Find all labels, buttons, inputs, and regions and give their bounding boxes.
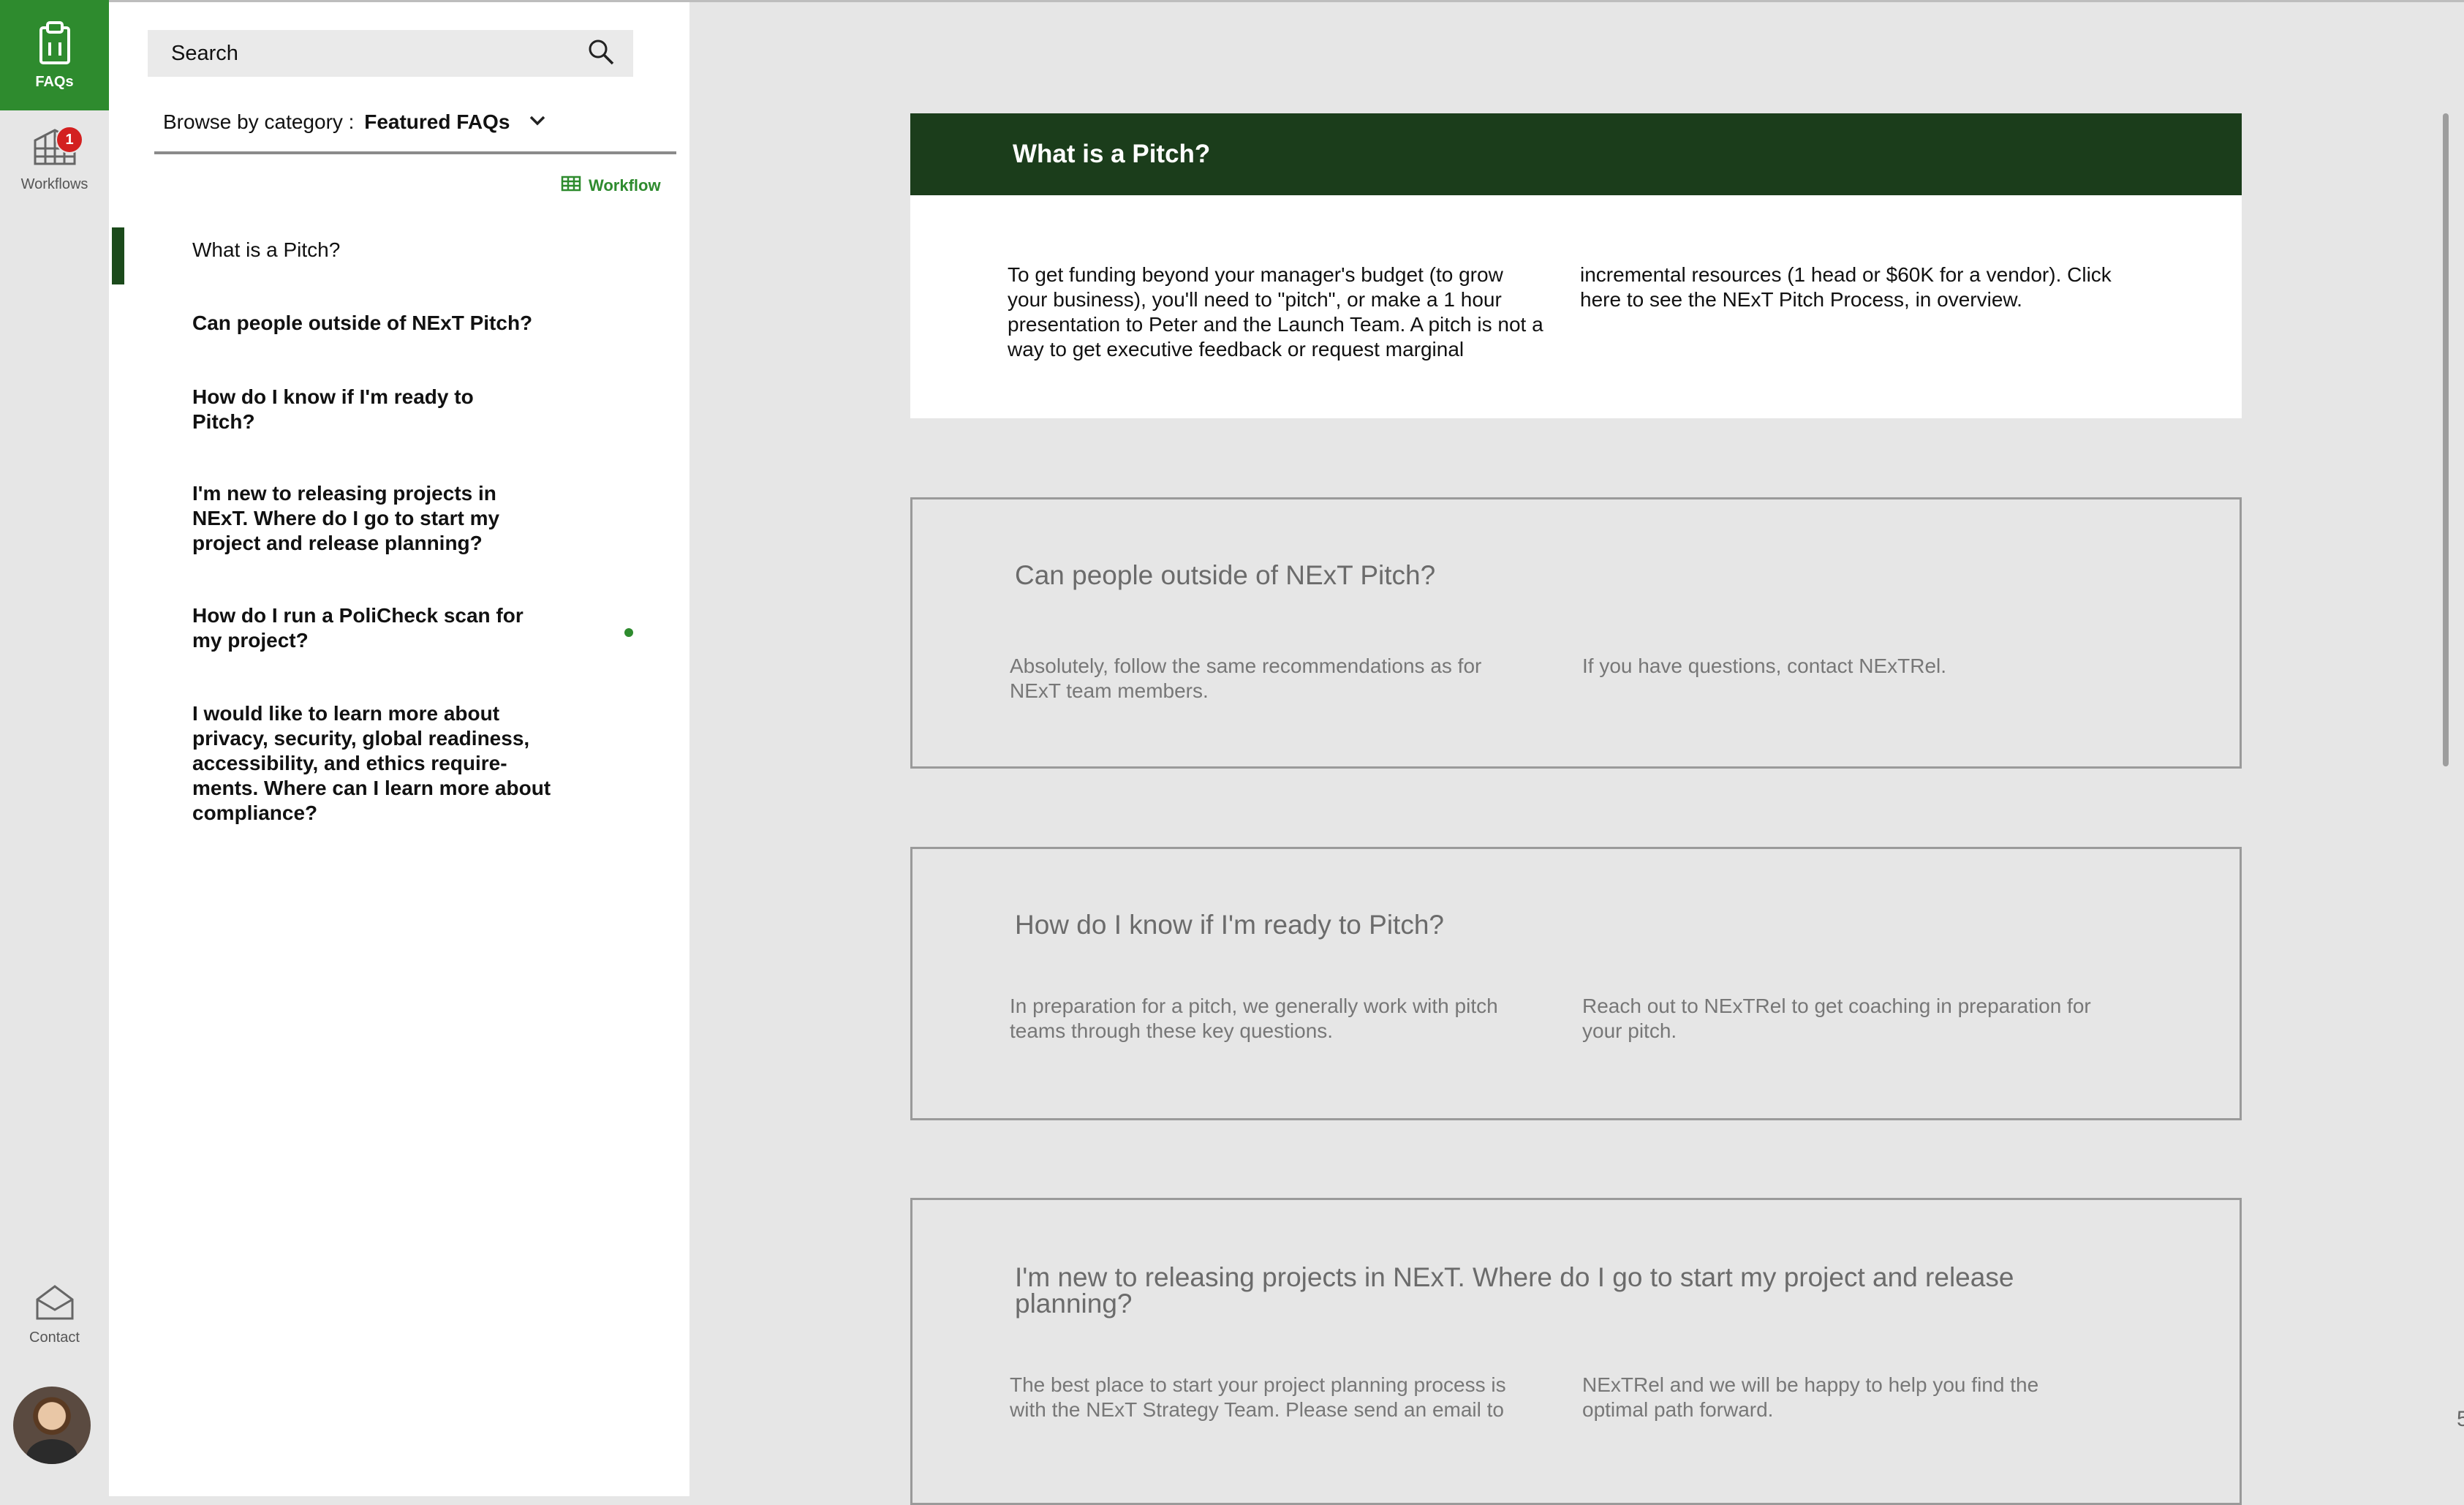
rail-label-contact: Contact [29,1329,80,1346]
faq-card-title: What is a Pitch? [910,113,2242,195]
faq-answer-col-2: If you have questions, contact NExTRel. [1582,655,1947,677]
rail-item-contact[interactable]: Contact [0,1283,109,1364]
faq-answer-col-1: The best place to start your project pla… [1010,1373,1506,1421]
workflow-link-label: Workflow [589,176,661,195]
faq-list-item[interactable]: How do I run a PoliCheck scan for my pro… [192,603,558,653]
faq-card[interactable]: How do I know if I'm ready to Pitch? In … [910,847,2242,1120]
faq-sidebar: Browse by category : Featured FAQs Workf… [109,2,689,1496]
faq-list-item[interactable]: I'm new to releasing projects in NExT. W… [192,481,536,556]
mail-icon [34,1283,76,1325]
faq-list-item[interactable]: I would like to learn more about privacy… [192,701,565,826]
rail-item-workflows[interactable]: 1 Workflows [0,124,109,212]
status-dot [624,628,633,637]
faq-answer-col-1: In preparation for a pitch, we generally… [1010,995,1498,1042]
faq-card-title: Can people outside of NExT Pitch? [1015,560,1436,590]
faq-answer-col-2: Reach out to NExTRel to get coaching in … [1582,995,2091,1042]
category-value: Featured FAQs [364,110,510,133]
faq-list-item[interactable]: How do I know if I'm ready to Pitch? [192,385,507,434]
faq-card-title: How do I know if I'm ready to Pitch? [1015,910,1444,940]
faq-card[interactable]: Can people outside of NExT Pitch? Absolu… [910,497,2242,769]
search-icon[interactable] [586,37,616,70]
faq-list-item[interactable]: What is a Pitch? [192,238,572,263]
faq-answer-col-2: NExTRel and we will be happy to help you… [1582,1373,2039,1421]
faq-list-item[interactable]: Can people outside of NExT Pitch? [192,311,572,336]
faq-card-expanded[interactable]: What is a Pitch? To get funding beyond y… [910,113,2242,418]
rail-label-workflows: Workflows [20,176,88,192]
search-input[interactable] [171,41,551,66]
edge-page-number: 5 [2457,1407,2464,1431]
search-box [148,30,633,77]
app-rail: FAQs 1 Workflows Contact [0,0,109,1496]
workflow-link[interactable]: Workflow [561,175,661,197]
faq-answer-col-1: Absolutely, follow the same recommendati… [1010,655,1482,702]
category-dropdown[interactable]: Browse by category : Featured FAQs [154,110,676,154]
category-prefix: Browse by category : [163,110,360,133]
clipboard-icon [34,20,76,69]
notification-badge: 1 [56,126,83,154]
faq-card-title: I'm new to releasing projects in NExT. W… [1015,1262,2014,1319]
scrollbar-thumb[interactable] [2443,113,2449,766]
faq-card[interactable]: I'm new to releasing projects in NExT. W… [910,1198,2242,1505]
rail-label-faqs: FAQs [35,73,74,90]
table-icon [561,175,581,197]
avatar[interactable] [13,1387,91,1464]
faq-answer-col-1: To get funding beyond your manager's bud… [1008,263,1543,361]
rail-item-faqs[interactable]: FAQs [0,0,109,110]
faq-answer-col-2: incremental resources (1 head or $60K fo… [1580,263,2112,311]
active-item-indicator [112,227,124,284]
chevron-down-icon [529,113,546,132]
